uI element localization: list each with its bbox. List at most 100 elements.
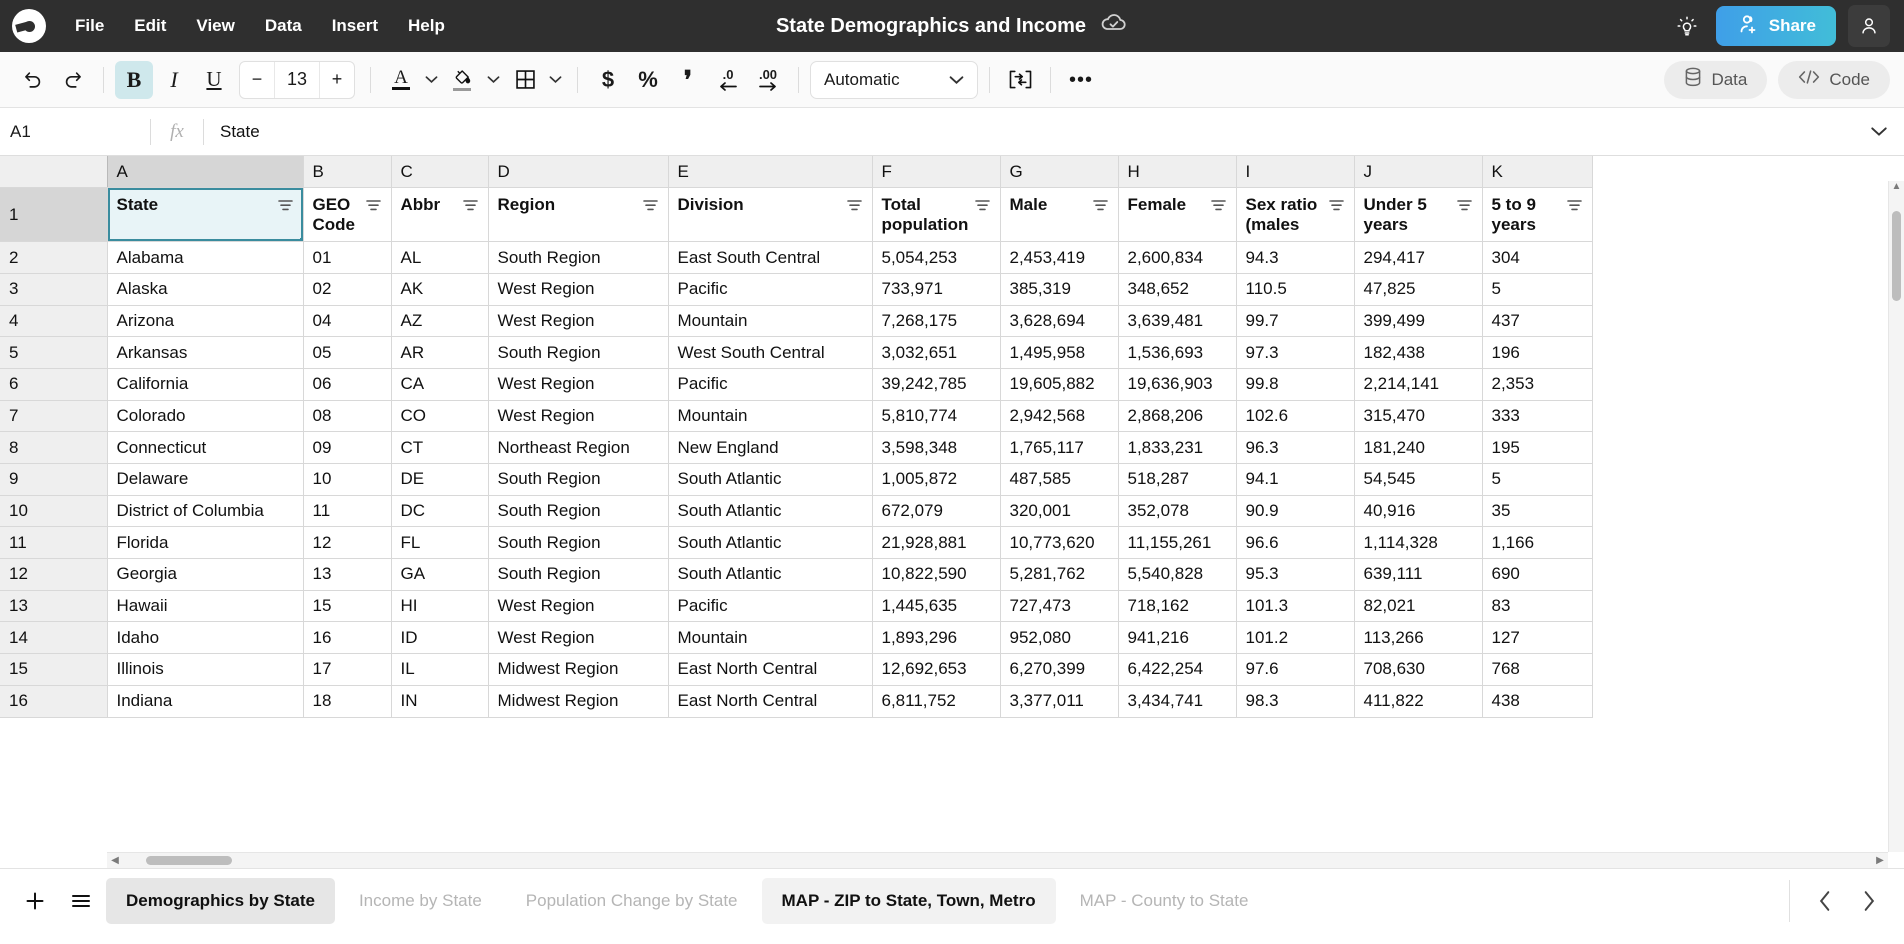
cell-f8[interactable]: 3,598,348: [872, 432, 1000, 464]
cell-f12[interactable]: 10,822,590: [872, 559, 1000, 591]
cell-b12[interactable]: 13: [303, 559, 391, 591]
cell-j2[interactable]: 294,417: [1354, 242, 1482, 274]
insert-function-icon[interactable]: fx: [151, 121, 203, 143]
header-cell-a1[interactable]: State: [107, 188, 303, 242]
row-number-10[interactable]: 10: [0, 495, 107, 527]
cell-k2[interactable]: 304: [1482, 242, 1592, 274]
column-header-i[interactable]: I: [1236, 156, 1354, 188]
cell-a5[interactable]: Arkansas: [107, 337, 303, 369]
cell-g2[interactable]: 2,453,419: [1000, 242, 1118, 274]
redo-icon[interactable]: [54, 61, 92, 99]
cell-k11[interactable]: 1,166: [1482, 527, 1592, 559]
sheet-tab-income-by-state[interactable]: Income by State: [339, 878, 502, 924]
column-header-e[interactable]: E: [668, 156, 872, 188]
cell-h9[interactable]: 518,287: [1118, 464, 1236, 496]
horizontal-scrollbar[interactable]: ◀ ▶: [107, 852, 1888, 868]
cell-e11[interactable]: South Atlantic: [668, 527, 872, 559]
cell-a10[interactable]: District of Columbia: [107, 495, 303, 527]
font-size-value[interactable]: 13: [274, 62, 320, 98]
italic-button[interactable]: I: [155, 61, 193, 99]
cell-e8[interactable]: New England: [668, 432, 872, 464]
cell-j16[interactable]: 411,822: [1354, 685, 1482, 717]
borders-chevron-down-icon[interactable]: [544, 61, 566, 99]
cell-k4[interactable]: 437: [1482, 305, 1592, 337]
scroll-left-arrow-icon[interactable]: ◀: [107, 855, 123, 866]
cell-g9[interactable]: 487,585: [1000, 464, 1118, 496]
cell-e5[interactable]: West South Central: [668, 337, 872, 369]
menu-edit[interactable]: Edit: [119, 10, 181, 42]
cell-i5[interactable]: 97.3: [1236, 337, 1354, 369]
paint-bucket-icon[interactable]: [444, 61, 482, 99]
cell-a8[interactable]: Connecticut: [107, 432, 303, 464]
cell-d13[interactable]: West Region: [488, 590, 668, 622]
cell-d16[interactable]: Midwest Region: [488, 685, 668, 717]
percent-format-button[interactable]: %: [629, 61, 667, 99]
cell-i6[interactable]: 99.8: [1236, 368, 1354, 400]
column-header-h[interactable]: H: [1118, 156, 1236, 188]
cell-h2[interactable]: 2,600,834: [1118, 242, 1236, 274]
menu-help[interactable]: Help: [393, 10, 460, 42]
row-number-1[interactable]: 1: [0, 188, 107, 242]
sheet-tab-demographics-by-state[interactable]: Demographics by State: [106, 878, 335, 924]
cell-c4[interactable]: AZ: [391, 305, 488, 337]
cell-f14[interactable]: 1,893,296: [872, 622, 1000, 654]
cell-i9[interactable]: 94.1: [1236, 464, 1354, 496]
row-number-9[interactable]: 9: [0, 464, 107, 496]
cell-k12[interactable]: 690: [1482, 559, 1592, 591]
cell-c13[interactable]: HI: [391, 590, 488, 622]
cell-d11[interactable]: South Region: [488, 527, 668, 559]
cell-f4[interactable]: 7,268,175: [872, 305, 1000, 337]
cell-i3[interactable]: 110.5: [1236, 273, 1354, 305]
cell-c15[interactable]: IL: [391, 654, 488, 686]
cell-d14[interactable]: West Region: [488, 622, 668, 654]
horizontal-scroll-thumb[interactable]: [146, 856, 232, 865]
cell-a4[interactable]: Arizona: [107, 305, 303, 337]
row-number-5[interactable]: 5: [0, 337, 107, 369]
cell-i10[interactable]: 90.9: [1236, 495, 1354, 527]
row-number-8[interactable]: 8: [0, 432, 107, 464]
cell-j3[interactable]: 47,825: [1354, 273, 1482, 305]
cell-h10[interactable]: 352,078: [1118, 495, 1236, 527]
cell-i4[interactable]: 99.7: [1236, 305, 1354, 337]
cell-h7[interactable]: 2,868,206: [1118, 400, 1236, 432]
scroll-up-arrow-icon[interactable]: ▲: [1892, 181, 1902, 197]
cell-g3[interactable]: 385,319: [1000, 273, 1118, 305]
cell-j9[interactable]: 54,545: [1354, 464, 1482, 496]
cell-e14[interactable]: Mountain: [668, 622, 872, 654]
cell-f2[interactable]: 5,054,253: [872, 242, 1000, 274]
cell-i16[interactable]: 98.3: [1236, 685, 1354, 717]
cloud-saved-icon[interactable]: [1100, 13, 1128, 39]
cell-j14[interactable]: 113,266: [1354, 622, 1482, 654]
cell-k9[interactable]: 5: [1482, 464, 1592, 496]
cell-c5[interactable]: AR: [391, 337, 488, 369]
cell-j7[interactable]: 315,470: [1354, 400, 1482, 432]
row-number-11[interactable]: 11: [0, 527, 107, 559]
header-cell-e1[interactable]: Division: [668, 188, 872, 242]
cell-j15[interactable]: 708,630: [1354, 654, 1482, 686]
cell-f13[interactable]: 1,445,635: [872, 590, 1000, 622]
cell-d6[interactable]: West Region: [488, 368, 668, 400]
cell-d15[interactable]: Midwest Region: [488, 654, 668, 686]
column-header-f[interactable]: F: [872, 156, 1000, 188]
data-panel-button[interactable]: Data: [1664, 61, 1767, 99]
cell-b13[interactable]: 15: [303, 590, 391, 622]
cell-g5[interactable]: 1,495,958: [1000, 337, 1118, 369]
column-header-d[interactable]: D: [488, 156, 668, 188]
cell-g16[interactable]: 3,377,011: [1000, 685, 1118, 717]
currency-format-button[interactable]: $: [589, 61, 627, 99]
cell-h14[interactable]: 941,216: [1118, 622, 1236, 654]
wrap-text-icon[interactable]: [1001, 61, 1039, 99]
cell-c14[interactable]: ID: [391, 622, 488, 654]
cell-j5[interactable]: 182,438: [1354, 337, 1482, 369]
underline-button[interactable]: U: [195, 61, 233, 99]
cell-e15[interactable]: East North Central: [668, 654, 872, 686]
comma-format-button[interactable]: ❜: [669, 61, 707, 99]
header-cell-j1[interactable]: Under 5 years: [1354, 188, 1482, 242]
cell-k15[interactable]: 768: [1482, 654, 1592, 686]
cell-a12[interactable]: Georgia: [107, 559, 303, 591]
cell-b9[interactable]: 10: [303, 464, 391, 496]
header-cell-k1[interactable]: 5 to 9 years: [1482, 188, 1592, 242]
cell-a6[interactable]: California: [107, 368, 303, 400]
cell-c8[interactable]: CT: [391, 432, 488, 464]
cell-e13[interactable]: Pacific: [668, 590, 872, 622]
